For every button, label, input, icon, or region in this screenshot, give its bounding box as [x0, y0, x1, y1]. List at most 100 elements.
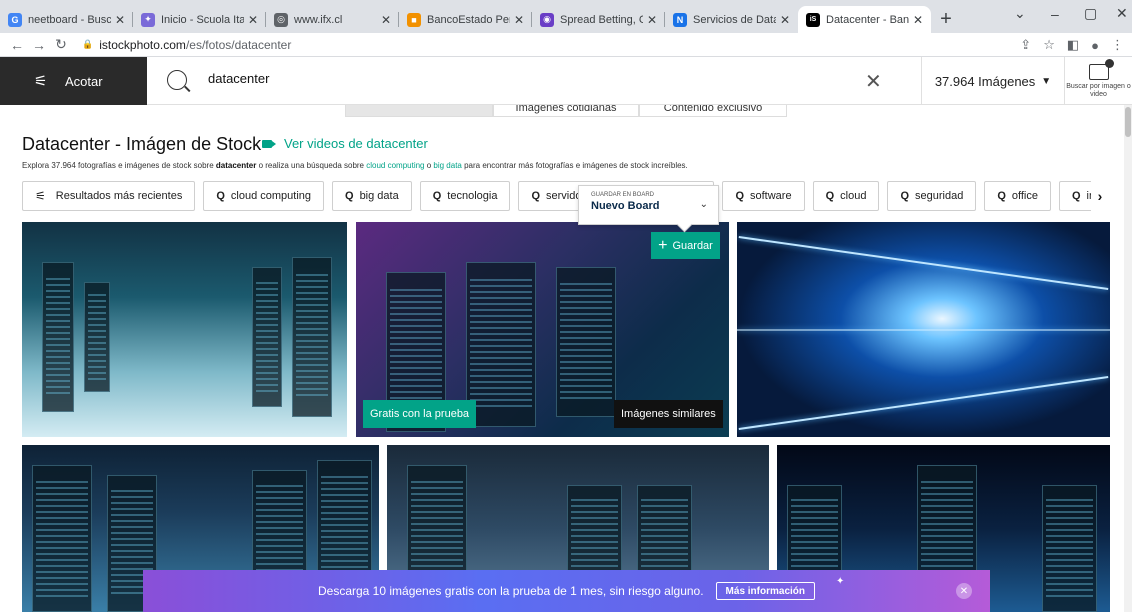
related-link-big-data[interactable]: big data — [433, 161, 461, 170]
close-icon[interactable]: ✕ — [514, 13, 524, 27]
site-icon: ◉ — [540, 12, 554, 27]
more-info-button[interactable]: Más información — [715, 582, 816, 600]
share-icon[interactable]: ⇪ — [1020, 37, 1031, 53]
intro-text: para encontrar más fotografías e imágene… — [461, 161, 688, 170]
server-rack — [42, 262, 74, 412]
search-icon: Q — [432, 190, 442, 202]
sidepanel-icon[interactable]: ◧ — [1067, 37, 1079, 53]
chip-label: cloud — [840, 190, 867, 202]
site-icon: N — [673, 12, 687, 27]
close-icon[interactable]: ✕ — [647, 13, 657, 27]
globe-icon: ◎ — [274, 12, 288, 27]
tab-search-icon[interactable]: ⌄ — [1014, 0, 1026, 27]
server-rack — [252, 267, 282, 407]
image-search-button[interactable]: Buscar por imagen o video — [1064, 57, 1132, 105]
back-icon[interactable]: ← — [6, 37, 28, 53]
server-rack — [466, 262, 536, 427]
chip-cloud[interactable]: Qcloud — [812, 181, 880, 211]
refine-button[interactable]: ⚟ Acotar — [0, 57, 147, 105]
chip-label: office — [1011, 190, 1038, 202]
browser-tab[interactable]: G neetboard - Buscar co ✕ — [0, 6, 133, 33]
recent-results-chip[interactable]: ⚟ Resultados más recientes — [22, 181, 196, 211]
board-select-value: Nuevo Board — [591, 200, 660, 212]
close-icon[interactable]: ✕ — [248, 13, 258, 27]
video-link[interactable]: Ver videos de datacenter — [262, 136, 428, 151]
chip-software[interactable]: Qsoftware — [722, 181, 805, 211]
site-icon: ✦ — [141, 12, 155, 27]
save-button[interactable]: + Guardar — [651, 232, 720, 259]
tab-title: Inicio - Scuola Italiana — [161, 13, 244, 26]
browser-tab[interactable]: ◉ Spread Betting, CFD & ✕ — [532, 6, 665, 33]
url-field[interactable]: 🔒 istockphoto.com /es/fotos/datacenter — [82, 38, 291, 52]
chip-label: Resultados más recientes — [55, 190, 183, 202]
close-icon[interactable]: ✕ — [913, 13, 923, 27]
chip-cloud-computing[interactable]: Qcloud computing — [203, 181, 324, 211]
intro-term: datacenter — [215, 161, 257, 170]
free-trial-badge[interactable]: Gratis con la prueba — [363, 400, 477, 428]
sliders-icon: ⚟ — [34, 73, 48, 90]
reload-icon[interactable]: ↻ — [50, 36, 72, 53]
search-icon: Q — [1071, 190, 1081, 202]
chevron-right-icon[interactable]: › — [1091, 181, 1109, 211]
close-icon[interactable]: ✕ — [956, 583, 972, 599]
video-link-label: Ver videos de datacenter — [284, 136, 428, 151]
server-rack — [292, 257, 332, 417]
stock-image[interactable] — [22, 222, 347, 437]
tab-everyday[interactable]: Imágenes cotidianas — [493, 105, 639, 117]
close-icon[interactable]: ✕ — [381, 13, 391, 27]
minimize-icon[interactable]: – — [1051, 0, 1059, 27]
browser-tab[interactable]: ■ BancoEstado Persona ✕ — [399, 6, 532, 33]
board-select[interactable]: GUARDAR EN BOARD Nuevo Board ⌄ — [578, 185, 719, 225]
stock-image[interactable] — [737, 222, 1110, 437]
new-tab-button[interactable]: + — [931, 6, 961, 33]
server-rack — [1042, 485, 1097, 612]
close-icon[interactable]: ✕ — [780, 13, 790, 27]
forward-icon[interactable]: → — [28, 37, 50, 53]
google-icon: G — [8, 12, 22, 27]
search-icon: Q — [531, 190, 540, 202]
browser-tab-active[interactable]: iS Datacenter - Banco d ✕ — [798, 6, 931, 33]
chip-tecnologia[interactable]: Qtecnologia — [419, 181, 511, 211]
search-icon: Q — [900, 190, 909, 202]
chip-office[interactable]: Qoffice — [984, 181, 1051, 211]
tab-title: Spread Betting, CFD & — [560, 13, 643, 26]
star-icon[interactable]: ☆ — [1043, 37, 1055, 53]
tab-exclusive[interactable]: Contenido exclusivo — [639, 105, 787, 117]
server-rack — [84, 282, 110, 392]
bank-icon: ■ — [407, 12, 421, 27]
similar-images-button[interactable]: Imágenes similares — [614, 400, 723, 428]
maximize-icon[interactable]: ▢ — [1084, 0, 1097, 27]
tab-title: Servicios de Datacent — [693, 13, 776, 26]
intro-text: o realiza una búsqueda sobre — [256, 161, 367, 170]
url-host: istockphoto.com — [99, 37, 186, 52]
tab-all[interactable] — [345, 105, 493, 117]
promo-message: Descarga 10 imágenes gratis con la prueb… — [317, 584, 704, 598]
chip-label: big data — [359, 190, 399, 202]
media-type-dropdown[interactable]: 37.964 Imágenes ▼ — [921, 57, 1064, 105]
browser-tab[interactable]: N Servicios de Datacent ✕ — [665, 6, 798, 33]
search-icon: Q — [735, 190, 744, 202]
profile-icon[interactable]: ● — [1091, 38, 1099, 53]
plus-icon: + — [658, 236, 668, 254]
clear-search-icon[interactable]: ✕ — [865, 69, 882, 94]
search-input[interactable] — [208, 71, 808, 86]
image-count-label: 37.964 Imágenes — [934, 73, 1036, 89]
close-icon[interactable]: ✕ — [115, 13, 125, 27]
window-close-icon[interactable]: ✕ — [1116, 0, 1128, 27]
sliders-icon: ⚟ — [35, 189, 46, 203]
tab-title: BancoEstado Persona — [427, 13, 510, 26]
chip-big-data[interactable]: Qbig data — [332, 181, 412, 211]
scrollbar[interactable] — [1124, 105, 1132, 612]
browser-tab[interactable]: ✦ Inicio - Scuola Italiana ✕ — [133, 6, 266, 33]
chip-seguridad[interactable]: Qseguridad — [887, 181, 977, 211]
search-icon-handle — [184, 85, 191, 92]
scrollbar-thumb[interactable] — [1125, 107, 1131, 137]
related-link-cloud-computing[interactable]: cloud computing — [366, 161, 424, 170]
image-search-icon — [1088, 58, 1114, 80]
server-rack — [32, 465, 92, 612]
menu-icon[interactable]: ⋮ — [1111, 37, 1124, 53]
intro-text: Explora 37.964 fotografías e imágenes de… — [22, 161, 216, 170]
board-select-label: GUARDAR EN BOARD — [591, 192, 655, 198]
browser-tab[interactable]: ◎ www.ifx.cl ✕ — [266, 6, 399, 33]
lock-icon: 🔒 — [82, 39, 94, 49]
